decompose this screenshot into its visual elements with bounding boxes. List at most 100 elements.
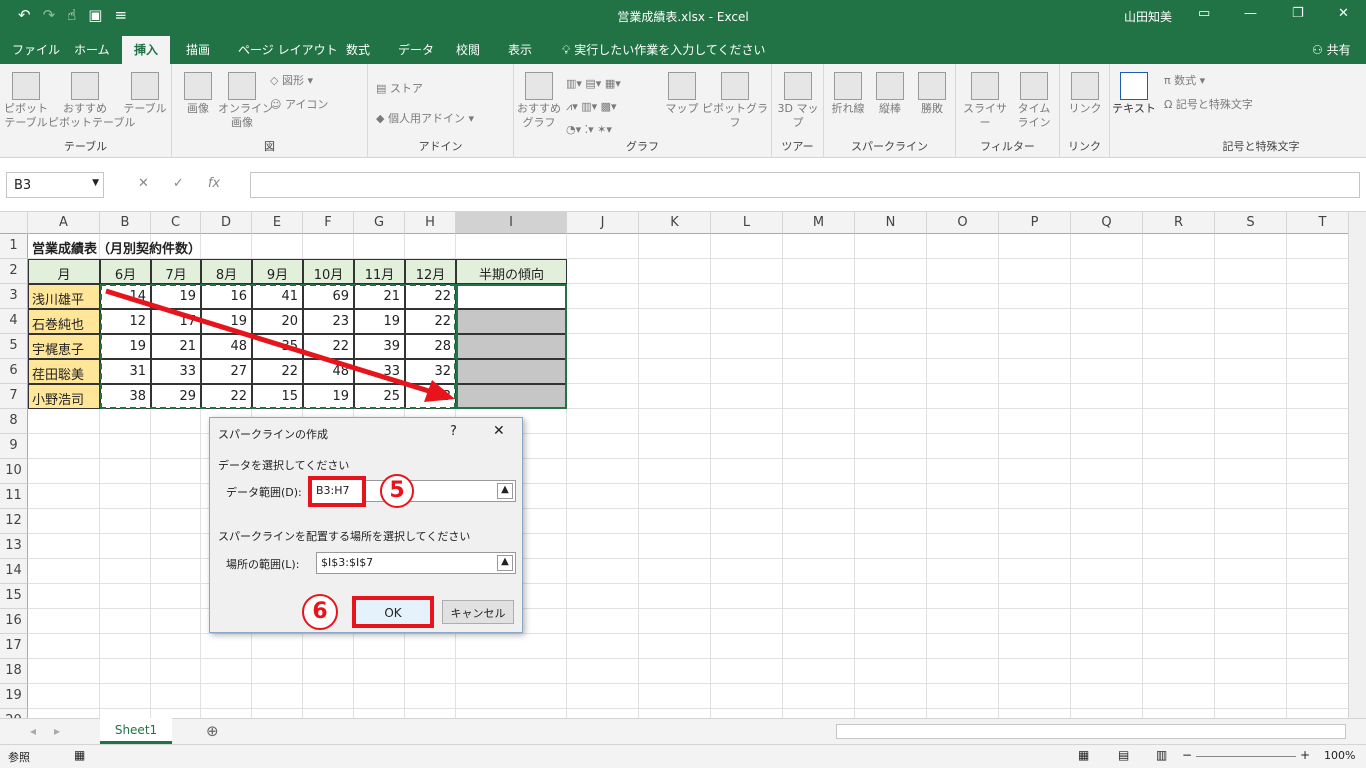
table-header-cell[interactable]: 半期の傾向 bbox=[456, 259, 567, 284]
restore-icon[interactable]: ❐ bbox=[1292, 6, 1304, 21]
row-header[interactable]: 19 bbox=[0, 684, 28, 709]
minimize-icon[interactable]: — bbox=[1244, 6, 1257, 21]
column-header[interactable]: K bbox=[639, 212, 711, 234]
column-header[interactable]: O bbox=[927, 212, 999, 234]
pivot-chart-button[interactable]: ピボットグラフ bbox=[702, 72, 768, 130]
table-header-cell[interactable]: 10月 bbox=[303, 259, 354, 284]
table-header-cell[interactable]: 12月 bbox=[405, 259, 456, 284]
row-header[interactable]: 6 bbox=[0, 359, 28, 384]
tab-page-layout[interactable]: ページ レイアウト bbox=[238, 41, 338, 58]
scroll-tabs-left-icon[interactable]: ◂ bbox=[30, 724, 36, 738]
column-header[interactable]: M bbox=[783, 212, 855, 234]
picture-button[interactable]: 画像 bbox=[178, 72, 218, 116]
table-button[interactable]: テーブル bbox=[122, 72, 168, 116]
row-name-cell[interactable]: 石巻純也 bbox=[28, 309, 100, 334]
cancel-icon[interactable]: ✕ bbox=[138, 176, 149, 191]
row-header[interactable]: 14 bbox=[0, 559, 28, 584]
column-header[interactable]: G bbox=[354, 212, 405, 234]
column-header[interactable]: A bbox=[28, 212, 100, 234]
row-header[interactable]: 1 bbox=[0, 234, 28, 259]
collapse-dialog-icon[interactable]: ▲ bbox=[497, 483, 513, 499]
shapes-button[interactable]: ◇ 図形 ▾ bbox=[270, 72, 313, 88]
zoom-out-icon[interactable]: − bbox=[1182, 748, 1192, 762]
function-icon[interactable]: fx bbox=[208, 176, 220, 191]
page-layout-view-icon[interactable]: ▤ bbox=[1118, 748, 1129, 762]
column-header[interactable]: P bbox=[999, 212, 1071, 234]
row-name-cell[interactable]: 小野浩司 bbox=[28, 384, 100, 409]
zoom-in-icon[interactable]: + bbox=[1300, 748, 1310, 762]
column-header[interactable]: J bbox=[567, 212, 639, 234]
row-header[interactable]: 2 bbox=[0, 259, 28, 284]
column-header[interactable]: S bbox=[1215, 212, 1287, 234]
table-header-cell[interactable]: 8月 bbox=[201, 259, 252, 284]
sparkline-winloss-button[interactable]: 勝敗 bbox=[912, 72, 952, 116]
recommended-charts-button[interactable]: おすすめ グラフ bbox=[516, 72, 562, 130]
horizontal-scrollbar[interactable] bbox=[836, 724, 1346, 739]
link-button[interactable]: リンク bbox=[1064, 72, 1106, 116]
page-break-view-icon[interactable]: ▥ bbox=[1156, 748, 1167, 762]
sparkline-line-button[interactable]: 折れ線 bbox=[828, 72, 868, 116]
tab-draw[interactable]: 描画 bbox=[186, 41, 210, 58]
vertical-scrollbar[interactable] bbox=[1348, 212, 1366, 718]
row-header[interactable]: 9 bbox=[0, 434, 28, 459]
column-header[interactable]: E bbox=[252, 212, 303, 234]
equation-button[interactable]: π 数式 ▾ bbox=[1164, 72, 1205, 88]
ribbon-display-icon[interactable]: ▭ bbox=[1198, 6, 1210, 21]
column-chart-icon[interactable]: ▥▾ ▤▾ ▦▾ bbox=[566, 77, 621, 90]
row-header[interactable]: 13 bbox=[0, 534, 28, 559]
row-name-cell[interactable]: 浅川雄平 bbox=[28, 284, 100, 309]
ok-button[interactable]: OK bbox=[352, 596, 434, 628]
row-header[interactable]: 3 bbox=[0, 284, 28, 309]
maps-button[interactable]: マップ bbox=[662, 72, 702, 116]
column-header[interactable]: D bbox=[201, 212, 252, 234]
row-header[interactable]: 10 bbox=[0, 459, 28, 484]
close-icon[interactable]: ✕ bbox=[493, 423, 505, 439]
tab-file[interactable]: ファイル bbox=[12, 41, 60, 58]
chart-type-buttons[interactable]: ▥▾ ▤▾ ▦▾ ⩘▾ ▥▾ ▩▾ ◔▾ ⁚▾ ✶▾ bbox=[566, 72, 621, 141]
formula-input[interactable] bbox=[250, 172, 1360, 198]
enter-icon[interactable]: ✓ bbox=[173, 176, 184, 191]
row-header[interactable]: 4 bbox=[0, 309, 28, 334]
row-header[interactable]: 15 bbox=[0, 584, 28, 609]
row-header[interactable]: 11 bbox=[0, 484, 28, 509]
cancel-button[interactable]: キャンセル bbox=[442, 600, 514, 624]
row-header[interactable]: 17 bbox=[0, 634, 28, 659]
macro-record-icon[interactable]: ▦ bbox=[74, 748, 85, 762]
row-header[interactable]: 5 bbox=[0, 334, 28, 359]
user-name[interactable]: 山田知美 bbox=[1124, 8, 1172, 25]
zoom-level[interactable]: 100% bbox=[1324, 749, 1355, 762]
help-icon[interactable]: ? bbox=[450, 424, 457, 439]
row-header[interactable]: 18 bbox=[0, 659, 28, 684]
normal-view-icon[interactable]: ▦ bbox=[1078, 748, 1089, 762]
column-header[interactable]: F bbox=[303, 212, 354, 234]
column-header[interactable]: N bbox=[855, 212, 927, 234]
icons-button[interactable]: ☺ アイコン bbox=[270, 96, 328, 112]
collapse-dialog-icon[interactable]: ▲ bbox=[497, 555, 513, 571]
row-name-cell[interactable]: 宇梶恵子 bbox=[28, 334, 100, 359]
column-header[interactable]: Q bbox=[1071, 212, 1143, 234]
row-header[interactable]: 7 bbox=[0, 384, 28, 409]
text-button[interactable]: テキスト bbox=[1112, 72, 1156, 116]
timeline-button[interactable]: タイム ライン bbox=[1012, 72, 1056, 130]
my-addins-button[interactable]: ◆ 個人用アドイン ▾ bbox=[376, 110, 474, 126]
row-name-cell[interactable]: 荏田聡美 bbox=[28, 359, 100, 384]
pie-chart-icon[interactable]: ◔▾ ⁚▾ ✶▾ bbox=[566, 123, 612, 136]
column-header[interactable]: I bbox=[456, 212, 567, 234]
chevron-down-icon[interactable]: ▼ bbox=[92, 178, 99, 188]
tab-data[interactable]: データ bbox=[398, 41, 434, 58]
line-chart-icon[interactable]: ⩘▾ ▥▾ ▩▾ bbox=[566, 100, 617, 113]
column-header[interactable]: H bbox=[405, 212, 456, 234]
row-header[interactable]: 16 bbox=[0, 609, 28, 634]
location-range-input[interactable]: $I$3:$I$7 ▲ bbox=[316, 552, 516, 574]
name-box[interactable]: B3 ▼ bbox=[6, 172, 104, 198]
zoom-slider[interactable] bbox=[1196, 756, 1296, 757]
tab-home[interactable]: ホーム bbox=[74, 41, 110, 58]
table-header-cell[interactable]: 6月 bbox=[100, 259, 151, 284]
close-window-icon[interactable]: ✕ bbox=[1338, 6, 1349, 21]
tab-insert[interactable]: 挿入 bbox=[122, 36, 171, 64]
tab-sheet1[interactable]: Sheet1 bbox=[100, 718, 172, 744]
sheet-title[interactable]: 営業成績表（月別契約件数） bbox=[32, 234, 432, 259]
table-header-cell[interactable]: 9月 bbox=[252, 259, 303, 284]
table-header-cell[interactable]: 7月 bbox=[151, 259, 201, 284]
slicer-button[interactable]: スライサー bbox=[960, 72, 1010, 130]
